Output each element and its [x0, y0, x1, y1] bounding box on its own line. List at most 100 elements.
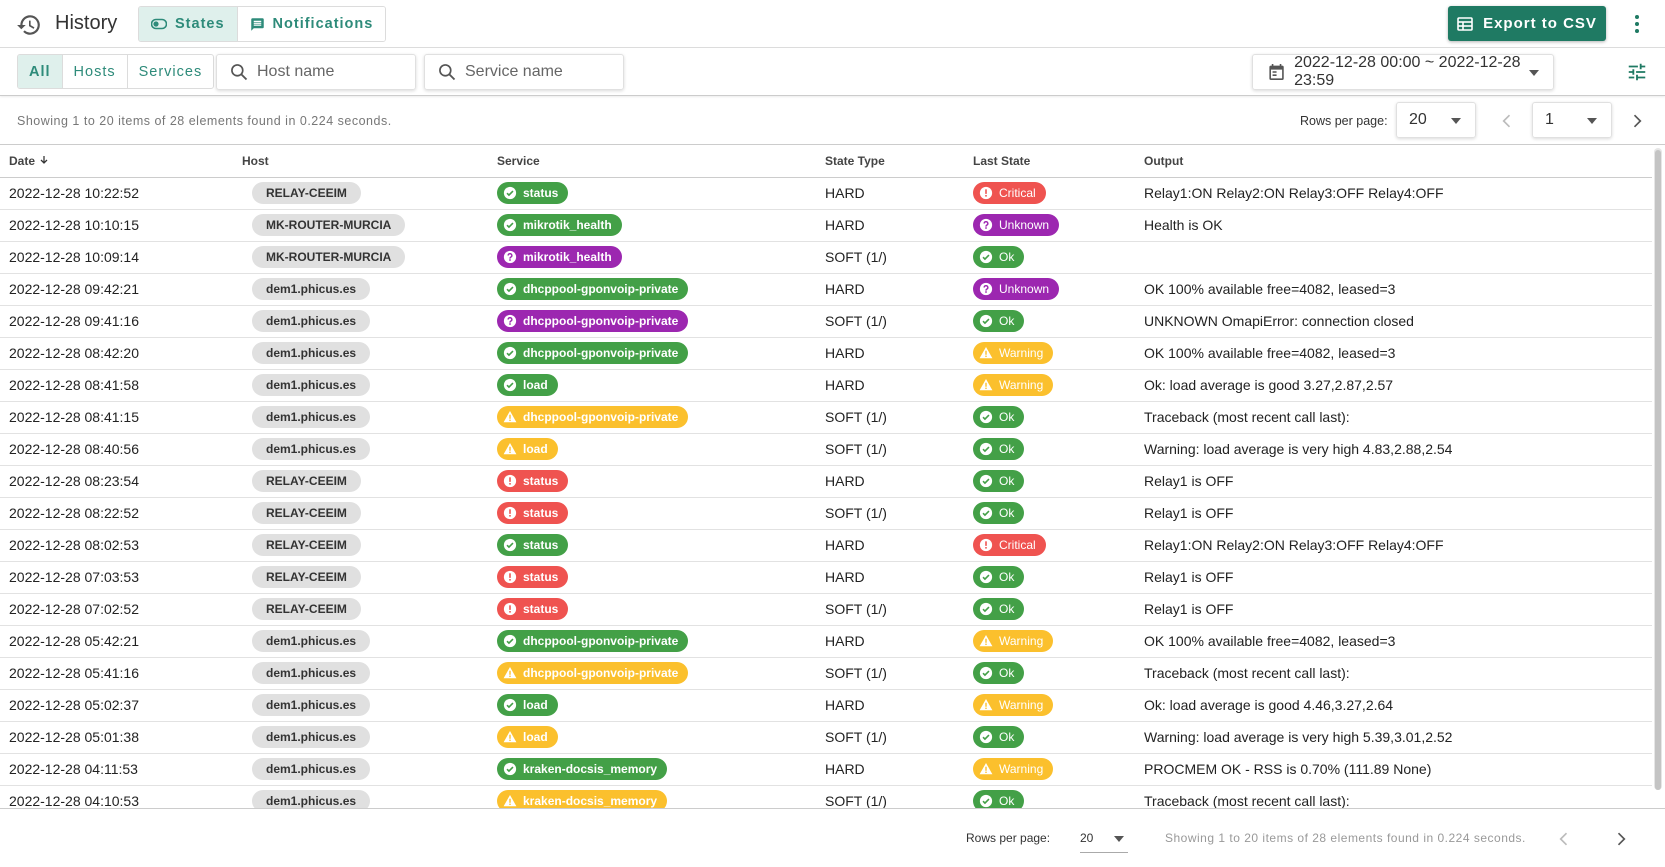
table-row[interactable]: 2022-12-28 08:41:15 dem1.phicus.es dhcppoo…: [0, 401, 1652, 434]
more-menu-icon[interactable]: [1628, 12, 1646, 36]
rows-per-page-select[interactable]: 20: [1396, 102, 1476, 138]
host-chip[interactable]: RELAY-CEEIM: [252, 598, 361, 620]
export-csv-label: Export to CSV: [1483, 15, 1597, 32]
service-chip: load: [497, 726, 558, 748]
chevron-right-icon[interactable]: [1611, 829, 1631, 849]
table-row[interactable]: 2022-12-28 08:22:52 RELAY-CEEIM status SOFT…: [0, 497, 1652, 530]
cell-host: MK-ROUTER-MURCIA: [233, 209, 488, 242]
tab-states[interactable]: States: [139, 7, 237, 41]
last-state-chip: Warning: [973, 694, 1054, 716]
table-row[interactable]: 2022-12-28 05:41:16 dem1.phicus.es dhcppoo…: [0, 657, 1652, 690]
column-header-service[interactable]: Service: [488, 146, 816, 178]
alert-circle-icon: [979, 538, 993, 552]
host-chip[interactable]: dem1.phicus.es: [252, 790, 371, 808]
filter-hosts[interactable]: Hosts: [61, 55, 127, 88]
tab-notifications[interactable]: Notifications: [236, 7, 386, 41]
host-chip[interactable]: dem1.phicus.es: [252, 278, 371, 300]
cell-output: Relay1 is OFF: [1135, 497, 1652, 530]
host-chip[interactable]: MK-ROUTER-MURCIA: [252, 246, 406, 268]
tune-icon[interactable]: [1626, 61, 1648, 83]
chevron-left-icon[interactable]: [1497, 111, 1517, 131]
filter-services[interactable]: Services: [126, 55, 214, 88]
cell-host: dem1.phicus.es: [233, 273, 488, 306]
warning-icon: [503, 411, 517, 423]
table-row[interactable]: 2022-12-28 07:02:52 RELAY-CEEIM status SOFT…: [0, 593, 1652, 626]
last-state-chip: Ok: [973, 790, 1025, 808]
cell-state-type: HARD: [816, 689, 964, 722]
service-chip: status: [497, 502, 569, 524]
service-search-input[interactable]: [465, 63, 615, 81]
table-row[interactable]: 2022-12-28 08:42:20 dem1.phicus.es dhcppoo…: [0, 337, 1652, 370]
column-header-state-type[interactable]: State Type: [816, 146, 964, 178]
table-row[interactable]: 2022-12-28 10:10:15 MK-ROUTER-MURCIA mikro…: [0, 209, 1652, 242]
table-row[interactable]: 2022-12-28 08:40:56 dem1.phicus.es load SOF…: [0, 433, 1652, 466]
results-info: Showing 1 to 20 items of 28 elements fou…: [17, 114, 392, 128]
table-row[interactable]: 2022-12-28 04:10:53 dem1.phicus.es kraken-…: [0, 785, 1652, 808]
cell-output: Ok: load average is good 4.46,3.27,2.64: [1135, 689, 1652, 722]
table-icon: [1457, 16, 1473, 31]
column-header-date[interactable]: Date: [0, 146, 233, 178]
table-row[interactable]: 2022-12-28 05:02:37 dem1.phicus.es load HAR…: [0, 689, 1652, 722]
cell-date: 2022-12-28 08:22:52: [0, 497, 233, 530]
scrollbar-thumb[interactable]: [1655, 150, 1661, 790]
check-circle-icon: [503, 282, 517, 296]
rows-per-page-label: Rows per page:: [1300, 114, 1388, 128]
host-chip[interactable]: MK-ROUTER-MURCIA: [252, 214, 406, 236]
caret-down-icon: [1587, 118, 1597, 124]
check-circle-icon: [979, 442, 993, 456]
column-header-last-state[interactable]: Last State: [964, 146, 1135, 178]
host-chip[interactable]: RELAY-CEEIM: [252, 534, 361, 556]
filter-all[interactable]: All: [18, 55, 62, 88]
table-row[interactable]: 2022-12-28 08:23:54 RELAY-CEEIM status HARD…: [0, 465, 1652, 498]
host-chip[interactable]: RELAY-CEEIM: [252, 502, 361, 524]
table-row[interactable]: 2022-12-28 05:01:38 dem1.phicus.es load SOF…: [0, 721, 1652, 754]
host-chip[interactable]: dem1.phicus.es: [252, 310, 371, 332]
chevron-right-icon[interactable]: [1627, 111, 1647, 131]
table-row[interactable]: 2022-12-28 04:11:53 dem1.phicus.es kraken-…: [0, 753, 1652, 786]
last-state-chip: Ok: [973, 438, 1025, 460]
host-chip[interactable]: dem1.phicus.es: [252, 342, 371, 364]
host-chip[interactable]: dem1.phicus.es: [252, 630, 371, 652]
table-row[interactable]: 2022-12-28 05:42:21 dem1.phicus.es dhcppoo…: [0, 625, 1652, 658]
column-header-host[interactable]: Host: [233, 146, 488, 178]
host-chip[interactable]: dem1.phicus.es: [252, 662, 371, 684]
table-row[interactable]: 2022-12-28 07:03:53 RELAY-CEEIM status HARD…: [0, 561, 1652, 594]
host-chip[interactable]: dem1.phicus.es: [252, 694, 371, 716]
table-row[interactable]: 2022-12-28 09:42:21 dem1.phicus.es dhcppoo…: [0, 273, 1652, 306]
cell-last-state: Warning: [964, 625, 1135, 658]
vertical-scrollbar[interactable]: [1654, 148, 1662, 790]
cell-state-type: SOFT (1/): [816, 785, 964, 808]
cell-date: 2022-12-28 08:42:20: [0, 337, 233, 370]
table-row[interactable]: 2022-12-28 10:22:52 RELAY-CEEIM status HARD…: [0, 177, 1652, 210]
chevron-left-icon[interactable]: [1554, 829, 1574, 849]
host-chip[interactable]: RELAY-CEEIM: [252, 470, 361, 492]
arrow-down-icon: [40, 156, 48, 165]
host-chip[interactable]: dem1.phicus.es: [252, 758, 371, 780]
cell-service: status: [488, 177, 816, 210]
date-range-picker[interactable]: 2022-12-28 00:00 ~ 2022-12-28 23:59: [1252, 54, 1554, 90]
export-csv-button[interactable]: Export to CSV: [1448, 6, 1606, 41]
cell-service: dhcppool-gponvoip-private: [488, 625, 816, 658]
cell-output: Warning: load average is very high 5.39,…: [1135, 721, 1652, 754]
cell-host: dem1.phicus.es: [233, 625, 488, 658]
cell-output: Ok: load average is good 3.27,2.87,2.57: [1135, 369, 1652, 402]
footer-rows-per-page-select[interactable]: 20: [1080, 823, 1128, 853]
host-chip[interactable]: RELAY-CEEIM: [252, 182, 361, 204]
table-row[interactable]: 2022-12-28 08:41:58 dem1.phicus.es load HAR…: [0, 369, 1652, 402]
host-chip[interactable]: dem1.phicus.es: [252, 406, 371, 428]
table-row[interactable]: 2022-12-28 10:09:14 MK-ROUTER-MURCIA mikro…: [0, 241, 1652, 274]
host-search-input[interactable]: [257, 63, 407, 81]
host-chip[interactable]: dem1.phicus.es: [252, 438, 371, 460]
column-header-output[interactable]: Output: [1135, 146, 1652, 178]
caret-down-icon: [1529, 70, 1539, 76]
table-row[interactable]: 2022-12-28 08:02:53 RELAY-CEEIM status HARD…: [0, 529, 1652, 562]
cell-state-type: HARD: [816, 273, 964, 306]
host-chip[interactable]: dem1.phicus.es: [252, 374, 371, 396]
host-chip[interactable]: RELAY-CEEIM: [252, 566, 361, 588]
cell-last-state: Ok: [964, 305, 1135, 338]
table-row[interactable]: 2022-12-28 09:41:16 dem1.phicus.es dhcppoo…: [0, 305, 1652, 338]
warning-icon: [503, 667, 517, 679]
page-select[interactable]: 1: [1532, 102, 1612, 138]
host-chip[interactable]: dem1.phicus.es: [252, 726, 371, 748]
cell-last-state: Ok: [964, 401, 1135, 434]
